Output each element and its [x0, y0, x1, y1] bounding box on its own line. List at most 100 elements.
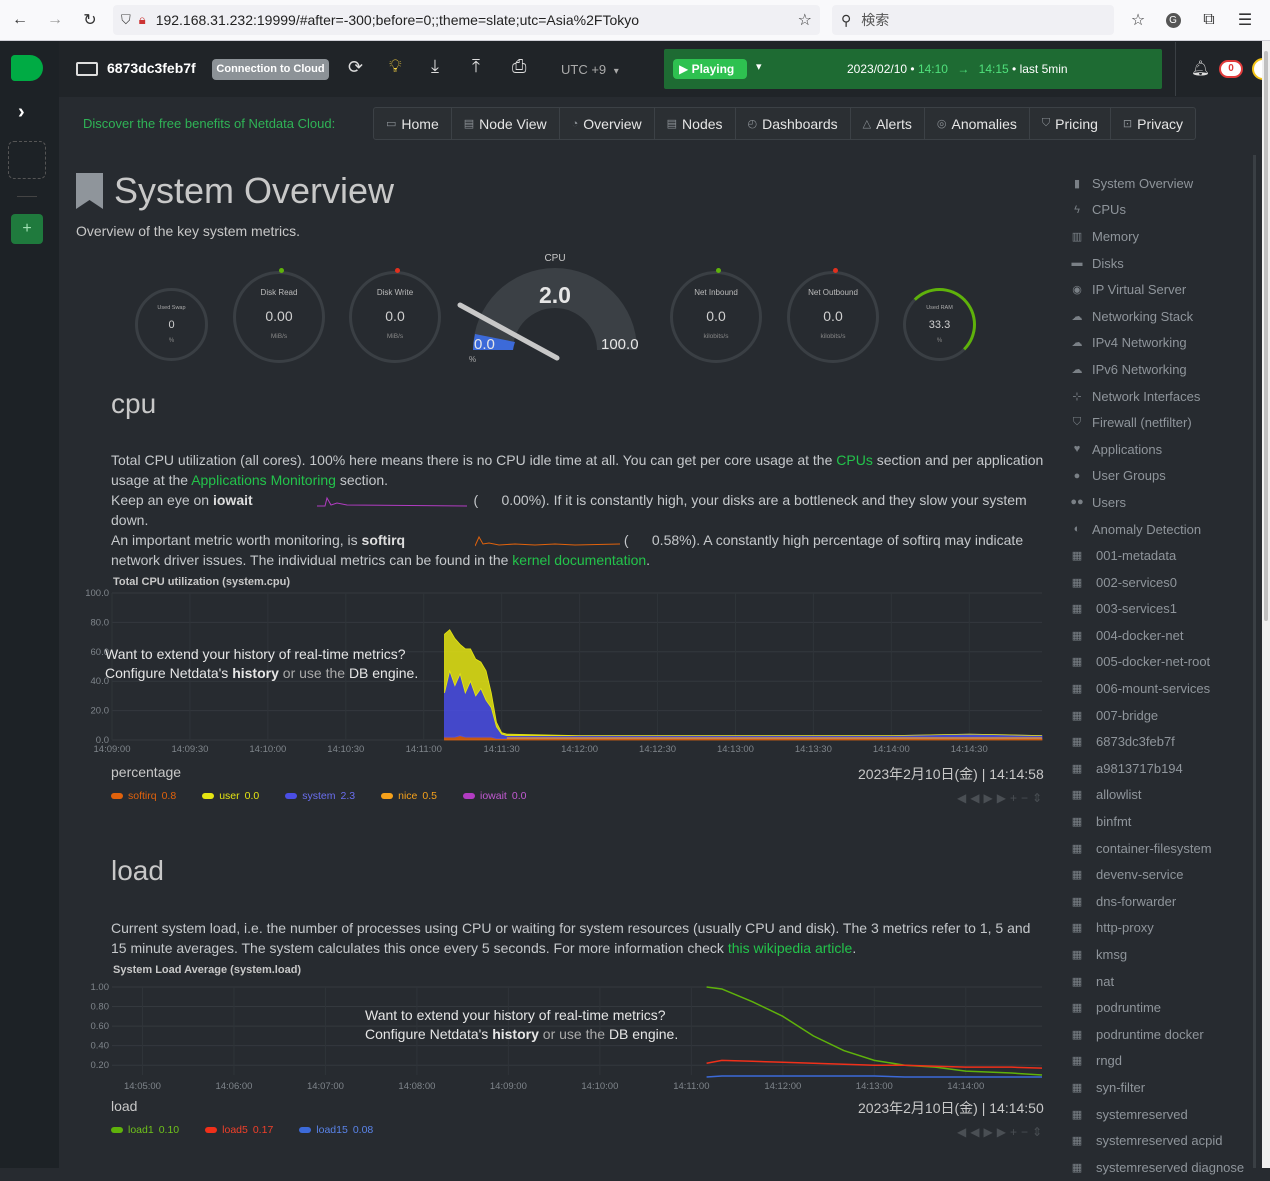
sidebar-item[interactable]: ▦ nat: [1070, 968, 1250, 995]
zoom-out-icon[interactable]: −: [1021, 1125, 1032, 1139]
upload-icon[interactable]: ⤒: [472, 56, 480, 77]
sidebar-item[interactable]: ☁ IPv6 Networking: [1070, 356, 1250, 383]
pan-left-icon[interactable]: ◀◀: [957, 791, 983, 805]
extensions-icon[interactable]: ⧉: [1197, 8, 1221, 32]
sidebar-item[interactable]: ▦ 007-bridge: [1070, 702, 1250, 729]
connection-cloud-button[interactable]: Connection to Cloud: [212, 59, 329, 80]
legend-softirq[interactable]: softirq 0.8: [111, 790, 176, 802]
sidebar-item[interactable]: ϟ CPUs: [1070, 197, 1250, 224]
zoom-out-icon[interactable]: −: [1021, 791, 1032, 805]
page-scrollbar-thumb[interactable]: [1264, 51, 1268, 621]
space-placeholder[interactable]: [8, 141, 46, 179]
gauge-disk-write[interactable]: Disk Write 0.0 MiB/s: [349, 268, 441, 363]
sidebar-item[interactable]: ⛉ Firewall (netfilter): [1070, 409, 1250, 436]
nav-dashboards[interactable]: ◴ Dashboards: [736, 108, 851, 139]
forward-icon[interactable]: →: [43, 8, 67, 32]
pan-right-icon[interactable]: ▶▶: [983, 791, 1009, 805]
history-link[interactable]: history: [492, 1026, 539, 1042]
sidebar-item[interactable]: ● User Groups: [1070, 463, 1250, 490]
resize-icon[interactable]: ⇕: [1032, 1125, 1046, 1139]
expand-chevron-icon[interactable]: ›: [18, 101, 25, 124]
sidebar-item[interactable]: ▦ syn-filter: [1070, 1074, 1250, 1101]
sidebar-item[interactable]: ▦ systemreserved acpid: [1070, 1127, 1250, 1154]
add-space-button[interactable]: +: [11, 214, 43, 244]
back-icon[interactable]: ←: [8, 8, 32, 32]
nav-node-view[interactable]: ▤ Node View: [452, 108, 560, 139]
sidebar-item[interactable]: ▬ Disks: [1070, 250, 1250, 277]
account-icon[interactable]: G: [1161, 8, 1185, 32]
cloud-promo-text[interactable]: Discover the free benefits of Netdata Cl…: [83, 116, 335, 131]
sidebar-item[interactable]: ⊹ Network Interfaces: [1070, 383, 1250, 410]
pocket-icon[interactable]: ☆: [1126, 8, 1150, 32]
legend-load15[interactable]: load15 0.08: [299, 1124, 373, 1136]
history-link[interactable]: history: [232, 665, 279, 681]
print-icon[interactable]: ⎙: [512, 56, 526, 77]
sidebar-item[interactable]: ▦ 6873dc3feb7f: [1070, 728, 1250, 755]
sidebar-item[interactable]: ◐ Anomaly Detection: [1070, 516, 1250, 543]
sidebar-item[interactable]: ▦ 003-services1: [1070, 596, 1250, 623]
bookmark-star-icon[interactable]: ☆: [798, 10, 812, 30]
resize-icon[interactable]: ⇕: [1032, 791, 1046, 805]
sidebar-item[interactable]: ▦ 001-metadata: [1070, 542, 1250, 569]
reload-icon[interactable]: ↻: [78, 8, 102, 32]
sidebar-item[interactable]: ▮ System Overview: [1070, 170, 1250, 197]
nav-overview[interactable]: ◔ Overview: [560, 108, 655, 139]
cpu-chart-controls[interactable]: ◀◀▶▶+−⇕: [957, 791, 1046, 805]
nav-alerts[interactable]: △ Alerts: [851, 108, 925, 139]
sidebar-item[interactable]: ▦ http-proxy: [1070, 915, 1250, 942]
nav-nodes[interactable]: ▤ Nodes: [655, 108, 736, 139]
nav-privacy[interactable]: ⊡ Privacy: [1111, 108, 1195, 139]
sidebar-item[interactable]: ▦ 002-services0: [1070, 569, 1250, 596]
gauge-net-outbound[interactable]: Net Outbound 0.0 kilobits/s: [787, 268, 879, 363]
bell-icon[interactable]: 🔔︎: [1191, 59, 1210, 77]
download-icon[interactable]: ⤓: [431, 56, 439, 77]
gauge-disk-read[interactable]: Disk Read 0.00 MiB/s: [233, 268, 325, 363]
legend-user[interactable]: user 0.0: [202, 790, 259, 802]
sidebar-item[interactable]: ♥ Applications: [1070, 436, 1250, 463]
load-chart-controls[interactable]: ◀◀▶▶+−⇕: [957, 1125, 1046, 1139]
sidebar-item[interactable]: ▦ 005-docker-net-root: [1070, 649, 1250, 676]
pan-left-icon[interactable]: ◀◀: [957, 1125, 983, 1139]
netdata-logo[interactable]: [11, 55, 43, 81]
play-button[interactable]: ▶ Playing: [673, 59, 747, 79]
nav-pricing[interactable]: ⛉ Pricing: [1030, 108, 1111, 139]
gauge-used-swap[interactable]: Used Swap 0 %: [135, 288, 208, 361]
sync-icon[interactable]: ⟳: [348, 57, 363, 78]
sidebar-item[interactable]: ▦ podruntime: [1070, 994, 1250, 1021]
legend-load1[interactable]: load1 0.10: [111, 1124, 179, 1136]
sidebar-item[interactable]: ▦ binfmt: [1070, 808, 1250, 835]
nav-home[interactable]: ▭ Home: [374, 108, 452, 139]
db-engine-link[interactable]: DB engine: [609, 1026, 674, 1042]
sidebar-item[interactable]: ▦ systemreserved: [1070, 1101, 1250, 1128]
zoom-in-icon[interactable]: +: [1010, 791, 1021, 805]
sidebar-item[interactable]: ▥ Memory: [1070, 223, 1250, 250]
timezone-select[interactable]: UTC +9 ▾: [561, 62, 619, 77]
sidebar-item[interactable]: ▦ a9813717b194: [1070, 755, 1250, 782]
url-bar[interactable]: ⛉ 🔒︎ 192.168.31.232:19999/#after=-300;be…: [113, 5, 820, 35]
kernel-docs-link[interactable]: kernel documentation: [512, 552, 646, 568]
page-scrollbar[interactable]: [1262, 41, 1270, 1168]
sidebar-item[interactable]: ◉ IP Virtual Server: [1070, 276, 1250, 303]
sidebar-item[interactable]: ▦ rngd: [1070, 1048, 1250, 1075]
sidebar-item[interactable]: ▦ systemreserved diagnose: [1070, 1154, 1250, 1181]
sidebar-item[interactable]: ▦ kmsg: [1070, 941, 1250, 968]
sidebar-item[interactable]: ▦ 004-docker-net: [1070, 622, 1250, 649]
play-dropdown-icon[interactable]: ▾: [756, 60, 762, 73]
menu-icon[interactable]: ☰: [1233, 8, 1257, 32]
sidebar-item[interactable]: ▦ dns-forwarder: [1070, 888, 1250, 915]
sidebar-item[interactable]: ▦ podruntime docker: [1070, 1021, 1250, 1048]
db-engine-link[interactable]: DB engine: [349, 665, 414, 681]
applications-link[interactable]: Applications Monitoring: [191, 472, 336, 488]
sidebar-item[interactable]: ●● Users: [1070, 489, 1250, 516]
sidebar-scrollbar[interactable]: [1253, 155, 1256, 1168]
sidebar-item[interactable]: ▦ devenv-service: [1070, 861, 1250, 888]
sidebar-item[interactable]: ▦ allowlist: [1070, 782, 1250, 809]
zoom-in-icon[interactable]: +: [1010, 1125, 1021, 1139]
search-input[interactable]: ⚲ 検索: [832, 5, 1114, 35]
time-range[interactable]: 2023/02/10 • 14:10 → 14:15 • last 5min: [847, 62, 1068, 76]
gauge-net-inbound[interactable]: Net Inbound 0.0 kilobits/s: [670, 268, 762, 363]
wikipedia-link[interactable]: this wikipedia article: [728, 940, 853, 956]
nav-anomalies[interactable]: ◎ Anomalies: [925, 108, 1030, 139]
gauge-used-ram[interactable]: Used RAM 33.3 %: [903, 288, 976, 361]
sidebar-item[interactable]: ▦ 006-mount-services: [1070, 675, 1250, 702]
